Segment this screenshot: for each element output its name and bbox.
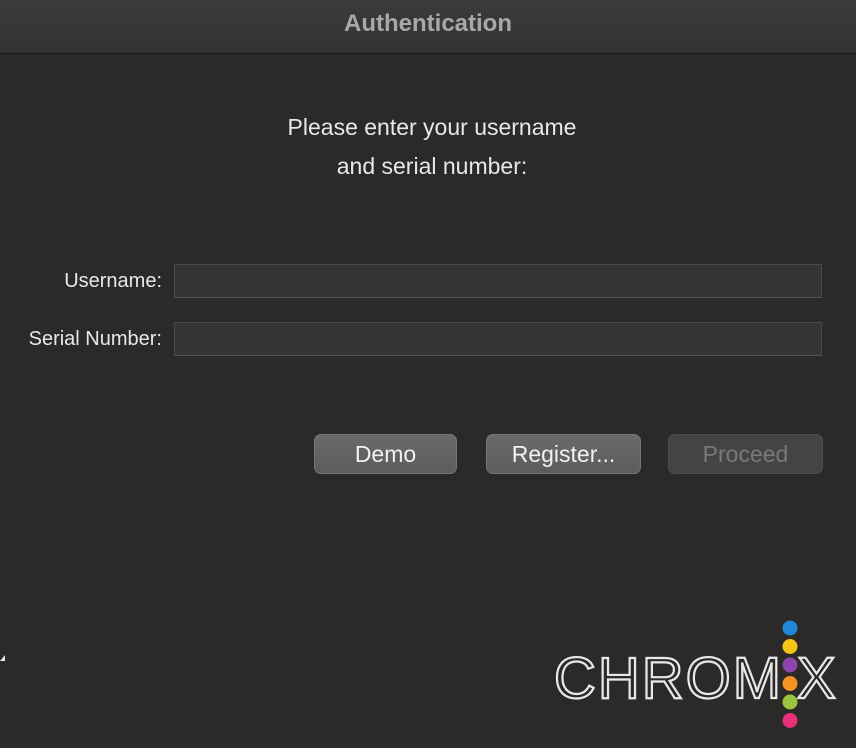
instruction-line-2: and serial number:: [336, 153, 528, 179]
username-label: Username:: [64, 270, 162, 292]
instruction-line-1: Please enter your username: [287, 114, 577, 140]
chromix-logo: CHROM X: [554, 620, 837, 728]
demo-button[interactable]: Demo: [314, 434, 457, 474]
logo-dot: [782, 676, 798, 691]
logo-dot: [782, 639, 798, 654]
logo-dot: [782, 620, 798, 636]
proceed-button[interactable]: Proceed: [668, 434, 823, 474]
register-button[interactable]: Register...: [486, 434, 641, 474]
window-title: Authentication: [344, 10, 512, 37]
logo-wordmark: CHROM: [554, 646, 783, 711]
logo-dots: [782, 620, 798, 728]
title-bar[interactable]: Authentication: [0, 0, 856, 54]
logo-wordmark-x: X: [797, 646, 836, 711]
cursor-icon: [0, 655, 5, 661]
serial-number-field[interactable]: [174, 322, 822, 356]
serial-number-label: Serial Number:: [28, 328, 162, 350]
instruction-text: Please enter your username and serial nu…: [0, 108, 856, 186]
logo-dot: [782, 657, 798, 673]
authentication-window: Authentication Please enter your usernam…: [0, 0, 856, 748]
logo-dot: [782, 694, 798, 710]
logo-dot: [782, 713, 798, 728]
username-field[interactable]: [174, 264, 822, 298]
